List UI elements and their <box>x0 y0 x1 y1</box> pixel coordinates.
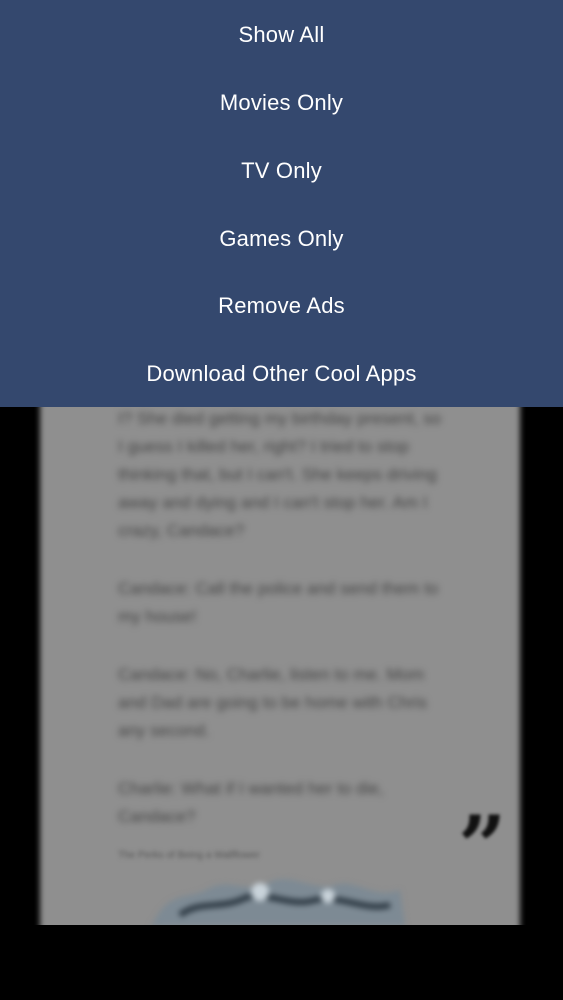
menu-item-show-all[interactable]: Show All <box>0 5 563 65</box>
quote-paragraph: Charlie: What if I wanted her to die, Ca… <box>118 779 384 826</box>
quote-mark-icon: ” <box>458 797 507 896</box>
menu-item-download-apps[interactable]: Download Other Cool Apps <box>0 344 563 404</box>
quote-paragraph: Candace: No, Charlie, listen to me. Mom … <box>118 665 428 740</box>
film-still-image <box>150 879 405 926</box>
menu-item-movies-only[interactable]: Movies Only <box>0 73 563 133</box>
quote-paragraph: I? She died getting my birthday present,… <box>118 409 442 540</box>
menu-item-tv-only[interactable]: TV Only <box>0 141 563 201</box>
quote-source-caption: The Perks of Being a Wallflower <box>118 850 260 861</box>
quote-paragraph: Candace: Call the police and send them t… <box>118 579 439 626</box>
bottom-band <box>0 925 563 1000</box>
menu-item-remove-ads[interactable]: Remove Ads <box>0 276 563 336</box>
menu-item-games-only[interactable]: Games Only <box>0 209 563 269</box>
filter-menu: Show All Movies Only TV Only Games Only … <box>0 0 563 407</box>
quote-text: I? She died getting my birthday present,… <box>118 405 443 861</box>
